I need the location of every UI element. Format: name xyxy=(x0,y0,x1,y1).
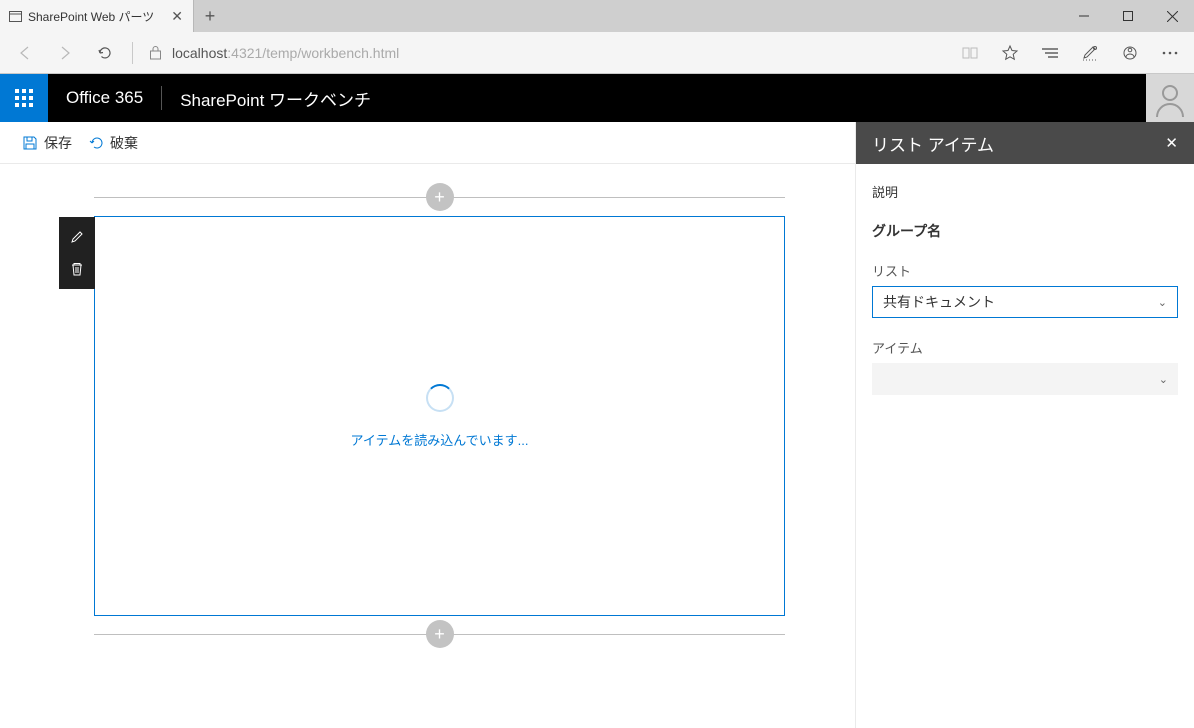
favorite-icon[interactable] xyxy=(992,35,1028,71)
save-label: 保存 xyxy=(44,133,72,153)
item-field-label: アイテム xyxy=(872,338,1178,357)
url-path: :4321/temp/workbench.html xyxy=(227,45,399,61)
property-pane: リスト アイテム ✕ 説明 グループ名 リスト 共有ドキュメント ⌄ アイテム … xyxy=(855,122,1194,728)
page-icon xyxy=(8,9,22,23)
webpart-toolbar xyxy=(59,217,95,289)
new-tab-button[interactable]: + xyxy=(194,0,226,32)
back-button[interactable] xyxy=(6,34,44,72)
notes-icon[interactable] xyxy=(1072,35,1108,71)
browser-address-bar: localhost:4321/temp/workbench.html xyxy=(0,32,1194,74)
browser-tab[interactable]: SharePoint Web パーツ ✕ xyxy=(0,0,194,32)
share-icon[interactable] xyxy=(1112,35,1148,71)
hub-icon[interactable] xyxy=(1032,35,1068,71)
item-field: アイテム ⌄ xyxy=(872,338,1178,395)
app-launcher[interactable] xyxy=(0,74,48,122)
item-dropdown[interactable]: ⌄ xyxy=(872,363,1178,395)
more-icon[interactable] xyxy=(1152,35,1188,71)
pane-title: リスト アイテム xyxy=(872,131,994,156)
workbench-canvas-area: + アイテムを読み込んでいます... + xyxy=(0,164,855,728)
pane-description-label: 説明 xyxy=(872,182,1178,201)
property-pane-body: 説明 グループ名 リスト 共有ドキュメント ⌄ アイテム ⌄ xyxy=(856,164,1194,433)
list-field-label: リスト xyxy=(872,261,1178,280)
edit-webpart-button[interactable] xyxy=(59,221,95,253)
brand-label: Office 365 xyxy=(48,88,161,108)
window-controls xyxy=(1062,0,1194,32)
tab-title: SharePoint Web パーツ xyxy=(28,8,163,25)
url-host: localhost xyxy=(172,45,227,61)
waffle-icon xyxy=(15,89,33,107)
loading-spinner xyxy=(426,384,454,412)
list-dropdown-value: 共有ドキュメント xyxy=(883,292,995,312)
list-dropdown[interactable]: 共有ドキュメント ⌄ xyxy=(872,286,1178,318)
add-webpart-button-bottom[interactable]: + xyxy=(426,620,454,648)
delete-webpart-button[interactable] xyxy=(59,253,95,285)
add-webpart-button-top[interactable]: + xyxy=(426,183,454,211)
loading-text: アイテムを読み込んでいます... xyxy=(351,430,529,449)
url-field[interactable]: localhost:4321/temp/workbench.html xyxy=(172,45,950,61)
save-icon xyxy=(22,135,38,151)
save-button[interactable]: 保存 xyxy=(14,122,80,163)
minimize-button[interactable] xyxy=(1062,0,1106,32)
chevron-down-icon: ⌄ xyxy=(1158,296,1167,309)
refresh-button[interactable] xyxy=(86,34,124,72)
webpart-selected[interactable]: アイテムを読み込んでいます... xyxy=(94,216,785,616)
reading-view-icon[interactable] xyxy=(952,35,988,71)
suite-header: Office 365 SharePoint ワークベンチ xyxy=(0,74,1194,122)
list-field: リスト 共有ドキュメント ⌄ xyxy=(872,261,1178,318)
tab-close-button[interactable]: ✕ xyxy=(169,8,185,25)
browser-titlebar: SharePoint Web パーツ ✕ + xyxy=(0,0,1194,32)
pane-group-label: グループ名 xyxy=(872,221,1178,241)
lock-icon xyxy=(141,45,170,60)
discard-button[interactable]: 破棄 xyxy=(80,122,146,163)
user-avatar[interactable] xyxy=(1146,74,1194,122)
close-window-button[interactable] xyxy=(1150,0,1194,32)
undo-icon xyxy=(88,135,104,151)
pane-close-button[interactable]: ✕ xyxy=(1165,134,1178,152)
forward-button[interactable] xyxy=(46,34,84,72)
maximize-button[interactable] xyxy=(1106,0,1150,32)
workbench-title: SharePoint ワークベンチ xyxy=(162,86,389,111)
discard-label: 破棄 xyxy=(110,133,138,153)
property-pane-header: リスト アイテム ✕ xyxy=(856,122,1194,164)
chevron-down-icon: ⌄ xyxy=(1159,373,1168,386)
canvas: + アイテムを読み込んでいます... + xyxy=(94,197,785,635)
